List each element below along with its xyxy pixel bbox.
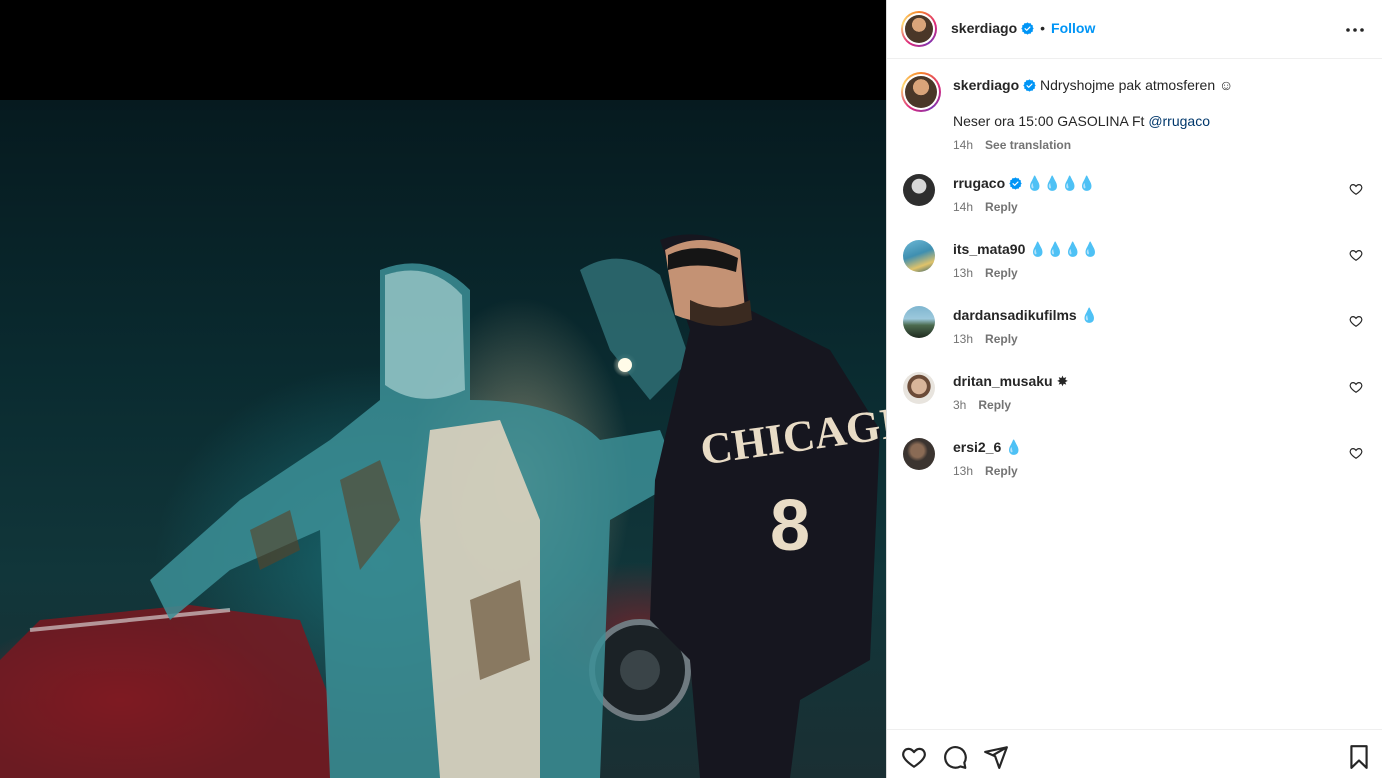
post-header: skerdiago • Follow [887, 0, 1382, 59]
comment-item: rrugaco 💧💧💧💧 14h Reply [903, 174, 1373, 234]
reply-button[interactable]: Reply [978, 398, 1011, 412]
comment-text: 💧 [1005, 439, 1023, 455]
reply-button[interactable]: Reply [985, 332, 1018, 346]
reply-button[interactable]: Reply [985, 200, 1018, 214]
follow-button[interactable]: Follow [1051, 20, 1095, 36]
like-comment-heart-icon[interactable] [1349, 380, 1363, 394]
comment-icon[interactable] [942, 744, 968, 770]
caption-username[interactable]: skerdiago [953, 77, 1019, 93]
share-icon[interactable] [983, 744, 1009, 770]
commenter-avatar[interactable] [903, 174, 935, 206]
post-actions-bar [887, 729, 1382, 778]
comment-text: ✸ [1056, 373, 1069, 389]
commenter-username[interactable]: its_mata90 [953, 241, 1025, 257]
see-translation-button[interactable]: See translation [985, 138, 1071, 152]
more-options-icon[interactable] [1343, 18, 1367, 42]
post-side-panel: skerdiago • Follow skerdiago Ndryshojme pa… [886, 0, 1382, 778]
caption-text: Ndryshojme pak atmosferen ☺ [1040, 77, 1234, 93]
comment-time[interactable]: 13h [953, 332, 973, 346]
verified-badge-icon [1021, 22, 1034, 35]
comment-time[interactable]: 13h [953, 266, 973, 280]
heart-icon[interactable] [901, 744, 927, 770]
reply-button[interactable]: Reply [985, 266, 1018, 280]
like-comment-heart-icon[interactable] [1349, 248, 1363, 262]
comments-list[interactable]: skerdiago Ndryshojme pak atmosferen ☺ Ne… [887, 60, 1382, 728]
commenter-username[interactable]: rrugaco [953, 175, 1005, 191]
comment-time[interactable]: 14h [953, 200, 973, 214]
commenter-avatar[interactable] [903, 438, 935, 470]
caption-line2-text: Neser ora 15:00 GASOLINA Ft [953, 113, 1149, 129]
commenter-username[interactable]: dritan_musaku [953, 373, 1053, 389]
comment-time[interactable]: 13h [953, 464, 973, 478]
commenter-avatar[interactable] [903, 306, 935, 338]
caption-time[interactable]: 14h [953, 138, 973, 152]
commenter-avatar[interactable] [903, 372, 935, 404]
verified-badge-icon [1009, 176, 1022, 190]
author-avatar[interactable] [901, 11, 937, 47]
caption-avatar[interactable] [901, 72, 941, 112]
caption-body: skerdiago Ndryshojme pak atmosferen ☺ Ne… [953, 76, 1373, 153]
reply-button[interactable]: Reply [985, 464, 1018, 478]
header-user: skerdiago • Follow [951, 20, 1095, 38]
comment-text: 💧💧💧💧 [1029, 241, 1100, 257]
comment-text: 💧 [1080, 307, 1099, 323]
like-comment-heart-icon[interactable] [1349, 182, 1363, 196]
comment-item: dardansadikufilms 💧 13h Reply [903, 306, 1373, 366]
like-comment-heart-icon[interactable] [1349, 446, 1363, 460]
caption-mention-link[interactable]: @rrugaco [1148, 113, 1210, 129]
post-media[interactable]: CHICAGI 8 [0, 0, 886, 778]
bookmark-icon[interactable] [1346, 744, 1372, 770]
photo-figures: CHICAGI 8 [0, 234, 886, 778]
commenter-username[interactable]: ersi2_6 [953, 439, 1001, 455]
commenter-username[interactable]: dardansadikufilms [953, 307, 1077, 323]
commenter-avatar[interactable] [903, 240, 935, 272]
separator-dot: • [1040, 20, 1046, 36]
comment-item: ersi2_6 💧 13h Reply [903, 438, 1373, 498]
comment-item: dritan_musaku ✸ 3h Reply [903, 372, 1373, 432]
author-username[interactable]: skerdiago [951, 20, 1017, 36]
svg-text:8: 8 [770, 486, 810, 566]
comment-time[interactable]: 3h [953, 398, 966, 412]
comment-item: its_mata90 💧💧💧💧 13h Reply [903, 240, 1373, 300]
verified-badge-icon [1023, 78, 1036, 92]
like-comment-heart-icon[interactable] [1349, 314, 1363, 328]
comment-text: 💧💧💧💧 [1026, 175, 1096, 191]
